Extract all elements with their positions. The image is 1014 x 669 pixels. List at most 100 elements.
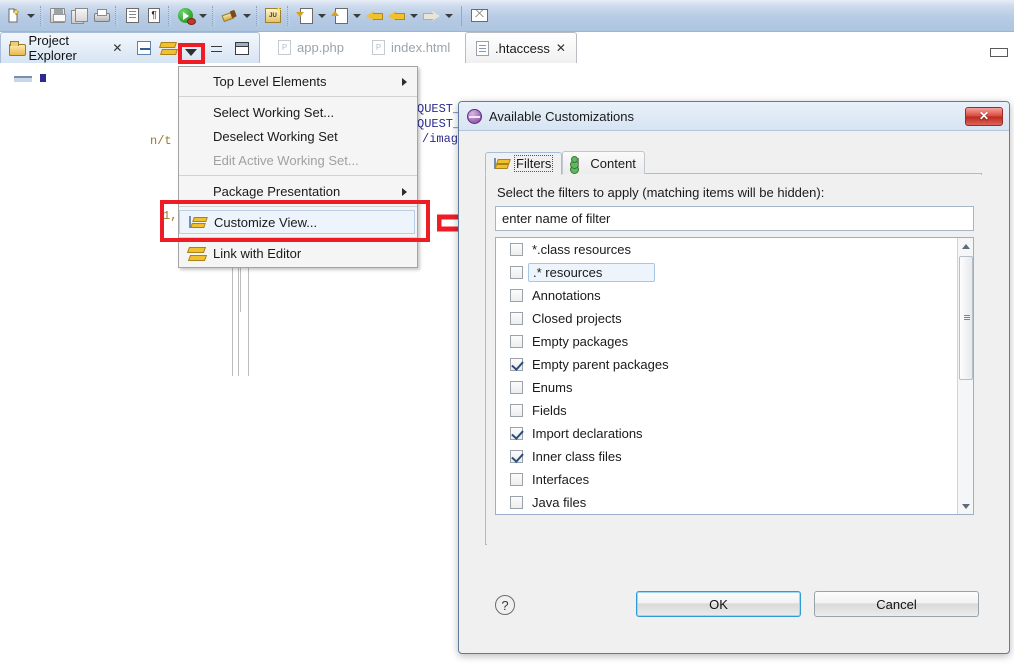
run-button[interactable] [174,3,209,29]
maximize-view-button[interactable] [232,37,251,59]
toolbar-divider [115,5,118,26]
chevron-down-icon[interactable] [407,5,420,27]
list-item[interactable]: Java files [496,491,973,514]
filter-checkbox[interactable] [510,335,523,348]
filter-checkbox[interactable] [510,289,523,302]
list-item[interactable]: Closed projects [496,307,973,330]
editor-tab-htaccess[interactable]: .htaccess ✕ [465,32,577,63]
list-item[interactable]: Inner class files [496,445,973,468]
filter-name-input[interactable]: enter name of filter [495,206,974,231]
project-explorer-icon [9,41,27,56]
save-icon [49,8,66,23]
menu-item-label: Select Working Set... [213,104,335,120]
list-item[interactable]: .* resources [496,261,973,284]
block-selection-button[interactable] [121,5,143,27]
print-button[interactable] [90,5,112,27]
list-item[interactable]: Empty parent packages [496,353,973,376]
cancel-button[interactable]: Cancel [814,591,979,617]
scroll-up-button[interactable] [958,238,973,254]
caret-down-icon [962,503,970,509]
close-icon[interactable]: ✕ [112,41,122,55]
link-with-editor-button[interactable] [159,37,178,59]
tab-content[interactable]: Content [562,151,645,174]
new-wizard-icon [2,5,24,27]
minimize-view-button[interactable] [208,37,227,59]
list-item[interactable]: *.class resources [496,238,973,261]
menu-item-link-with-editor[interactable]: Link with Editor [179,241,417,265]
editor-tab-index-html[interactable]: P index.html [362,32,460,63]
filter-checkbox[interactable] [510,266,523,279]
chevron-down-icon[interactable] [185,49,197,57]
menu-item-deselect-working-set[interactable]: Deselect Working Set [179,124,417,148]
back-icon [385,5,407,27]
list-item[interactable]: Interfaces [496,468,973,491]
filter-checkbox[interactable] [510,427,523,440]
close-button[interactable]: ✕ [965,106,1003,126]
filter-checkbox[interactable] [510,450,523,463]
filter-input-placeholder: enter name of filter [502,211,611,226]
filters-list[interactable]: *.class resources .* resources Annotatio… [495,237,974,515]
filter-checkbox[interactable] [510,496,523,509]
filter-checkbox[interactable] [510,381,523,394]
chevron-down-icon[interactable] [315,5,328,27]
open-task-icon [470,9,488,22]
list-item[interactable]: Import declarations [496,422,973,445]
editor-text-fragment: QUEST_ [417,117,461,131]
tab-label: Content [590,155,636,171]
editor-text-fragment: QUEST_ [417,102,461,116]
save-button[interactable] [46,5,68,27]
last-edit-location-button[interactable] [363,5,385,27]
filter-checkbox[interactable] [510,358,523,371]
list-item[interactable]: Empty packages [496,330,973,353]
main-toolbar: ¶ JU [0,0,1014,32]
filter-label: Enums [532,380,573,395]
sidebar-tab-project-explorer[interactable]: Project Explorer ✕ [0,32,260,63]
chevron-down-icon[interactable] [196,5,209,27]
link-with-editor-icon [160,41,176,55]
external-tools-icon [218,5,240,27]
filter-checkbox[interactable] [510,243,523,256]
forward-button[interactable] [420,3,455,29]
debug-icon [186,18,196,25]
scroll-down-button[interactable] [958,498,973,514]
editor-tab-app-php[interactable]: P app.php [268,32,354,63]
junit-button[interactable]: JU [262,5,284,27]
dialog-title-bar[interactable]: Available Customizations ✕ [459,102,1009,131]
available-customizations-dialog: Available Customizations ✕ Filters Conte… [458,101,1010,654]
list-scrollbar[interactable] [957,238,973,514]
whitespace-button[interactable]: ¶ [143,5,165,27]
chevron-down-icon[interactable] [350,5,363,27]
ok-button[interactable]: OK [636,591,801,617]
filter-label: Inner class files [532,449,622,464]
next-annotation-button[interactable] [293,3,328,29]
menu-item-select-working-set[interactable]: Select Working Set... [179,100,417,124]
list-item[interactable]: Annotations [496,284,973,307]
help-button[interactable]: ? [495,595,515,615]
close-icon[interactable]: ✕ [556,41,566,55]
view-tab-bar: Project Explorer ✕ P app.php P index.htm… [0,32,1014,64]
menu-item-top-level-elements[interactable]: Top Level Elements [179,69,417,93]
new-wizard-button[interactable] [2,3,37,29]
open-task-button[interactable] [468,5,490,27]
previous-annotation-button[interactable] [328,3,363,29]
scrollbar-thumb[interactable] [959,256,973,380]
save-all-button[interactable] [68,5,90,27]
filter-checkbox[interactable] [510,473,523,486]
chevron-down-icon[interactable] [24,5,37,27]
filter-label: Annotations [532,288,601,303]
list-item[interactable]: Enums [496,376,973,399]
chevron-down-icon[interactable] [442,5,455,27]
toolbar-divider [168,5,171,26]
collapse-all-button[interactable] [134,37,153,59]
filter-label: Empty parent packages [532,357,669,372]
external-tools-button[interactable] [218,3,253,29]
toggle-block-selection-icon [125,8,139,23]
filter-checkbox[interactable] [510,404,523,417]
filter-checkbox[interactable] [510,312,523,325]
chevron-down-icon[interactable] [240,5,253,27]
menu-item-label: Package Presentation [213,183,341,199]
tab-filters[interactable]: Filters [485,152,563,175]
back-button[interactable] [385,3,420,29]
list-item[interactable]: Fields [496,399,973,422]
restore-editor-area-button[interactable] [990,48,1008,57]
